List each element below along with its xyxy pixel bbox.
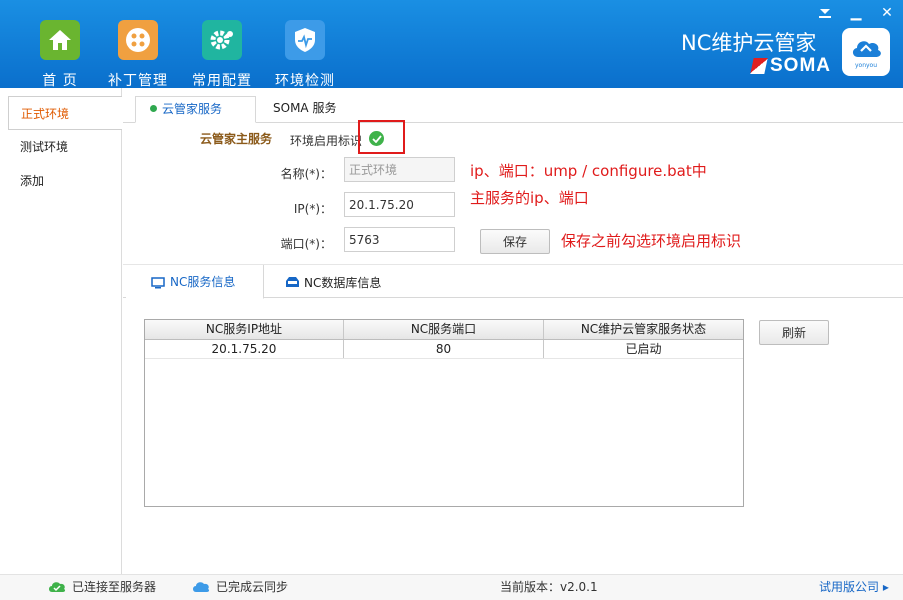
- table-cell: 20.1.75.20: [145, 340, 344, 358]
- column-header[interactable]: NC服务IP地址: [145, 320, 344, 339]
- sidebar-item-add[interactable]: 添加: [8, 164, 122, 198]
- sidebar-item-test[interactable]: 测试环境: [8, 130, 122, 164]
- close-button[interactable]: ✕: [877, 4, 897, 22]
- company-link[interactable]: 试用版公司 ▸: [819, 578, 889, 595]
- nc-service-table: NC服务IP地址 NC服务端口 NC维护云管家服务状态 20.1.75.20 8…: [144, 319, 744, 507]
- connection-status: 已连接至服务器: [48, 578, 156, 595]
- name-label: 名称(*)：: [280, 167, 332, 181]
- annotation-line-1: ip、端口：ump / configure.bat中: [470, 162, 707, 180]
- section-title: 云管家主服务: [200, 132, 273, 146]
- nav-home[interactable]: 首 页: [25, 20, 95, 90]
- nav-patch[interactable]: 补丁管理: [103, 20, 173, 90]
- save-button[interactable]: 保存: [480, 229, 550, 254]
- port-field[interactable]: [344, 227, 455, 252]
- table-row[interactable]: 20.1.75.20 80 已启动: [145, 340, 743, 359]
- app-title: NC维护云管家: [681, 31, 817, 55]
- tab-cloud-service[interactable]: 云管家服务: [135, 96, 256, 123]
- service-tabs: 云管家服务 SOMA 服务: [123, 96, 903, 123]
- shield-icon: [285, 20, 325, 60]
- cloud-check-icon: [49, 581, 66, 592]
- cloud-icon: [852, 41, 881, 57]
- cloud-sync-icon: [193, 581, 210, 592]
- nav-home-label: 首 页: [42, 73, 78, 89]
- version-text: 当前版本：v2.0.1: [500, 580, 598, 594]
- nav-env-check-label: 环境检测: [275, 73, 335, 89]
- active-dot-icon: [150, 105, 157, 112]
- home-icon: [40, 20, 80, 60]
- name-field[interactable]: [344, 157, 455, 182]
- table-header: NC服务IP地址 NC服务端口 NC维护云管家服务状态: [145, 320, 743, 340]
- check-icon: [371, 134, 382, 143]
- port-label: 端口(*)：: [280, 237, 332, 251]
- nav-config-label: 常用配置: [192, 73, 252, 89]
- status-bar: 已连接至服务器 已完成云同步 当前版本：v2.0.1 试用版公司 ▸: [0, 574, 903, 600]
- annotation-line-2: 主服务的ip、端口: [470, 189, 589, 207]
- tab-nc-service-info[interactable]: NC服务信息: [126, 265, 264, 299]
- gear-icon: [202, 20, 242, 60]
- ip-field[interactable]: [344, 192, 455, 217]
- minimize-button[interactable]: ▁: [846, 4, 866, 22]
- patch-icon: [118, 20, 158, 60]
- tab-cloud-service-label: 云管家服务: [162, 102, 223, 116]
- table-cell: 已启动: [625, 342, 662, 356]
- app-header: 首 页 补丁管理 常用配置 环境检测 NC维护云管家 SOMA yonyou ▁…: [0, 0, 903, 90]
- sidebar-item-production[interactable]: 正式环境: [8, 96, 122, 130]
- connection-status-text: 已连接至服务器: [72, 580, 157, 594]
- nav-patch-label: 补丁管理: [108, 73, 168, 89]
- column-header[interactable]: NC服务端口: [344, 320, 544, 339]
- tab-soma-service[interactable]: SOMA 服务: [273, 96, 336, 123]
- sync-status: 已完成云同步: [192, 578, 288, 595]
- yonyou-cloud-badge: yonyou: [842, 28, 890, 76]
- nav-config[interactable]: 常用配置: [187, 20, 257, 90]
- menu-icon[interactable]: [815, 4, 835, 22]
- tab-nc-db-info[interactable]: NC数据库信息: [285, 265, 381, 299]
- table-cell: 80: [344, 340, 544, 358]
- nav-env-check[interactable]: 环境检测: [270, 20, 340, 90]
- column-header[interactable]: NC维护云管家服务状态: [544, 320, 743, 339]
- yonyou-badge-text: yonyou: [854, 62, 878, 69]
- annotation-line-3: 保存之前勾选环境启用标识: [561, 232, 742, 250]
- enabled-checkbox[interactable]: [369, 131, 384, 146]
- nc-info-tabs: NC服务信息 NC数据库信息: [123, 264, 903, 299]
- environment-sidebar: 正式环境 测试环境 添加: [0, 88, 122, 574]
- database-icon: [286, 277, 299, 287]
- monitor-icon: [151, 277, 165, 289]
- soma-mark-icon: [750, 58, 768, 74]
- soma-logo: SOMA: [750, 55, 831, 77]
- tab-nc-db-info-label: NC数据库信息: [304, 275, 382, 290]
- sync-status-text: 已完成云同步: [216, 580, 289, 594]
- soma-logo-text: SOMA: [770, 55, 831, 76]
- refresh-button[interactable]: 刷新: [759, 320, 829, 345]
- ip-label: IP(*)：: [293, 202, 332, 216]
- tab-nc-service-info-label: NC服务信息: [170, 275, 236, 289]
- enabled-flag-label: 环境启用标识: [290, 134, 363, 148]
